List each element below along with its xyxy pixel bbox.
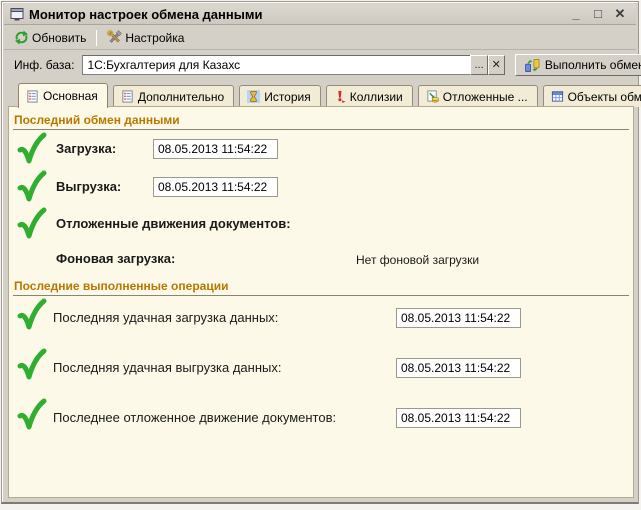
- tab-additional-label: Дополнительно: [138, 90, 224, 104]
- refresh-button[interactable]: Обновить: [8, 27, 92, 48]
- tab-exchange-objects[interactable]: Объекты обм...: [543, 85, 641, 107]
- window-controls: _ □ ✕: [570, 8, 630, 20]
- deferred-doc-icon: [426, 90, 439, 103]
- tab-strip: Основная Дополнительно: [4, 82, 636, 107]
- settings-label: Настройка: [125, 31, 184, 45]
- checkmark-icon: [17, 207, 47, 241]
- unload-label: Выгрузка:: [56, 179, 121, 194]
- exchange-icon: [524, 58, 541, 73]
- last-load-datetime-field[interactable]: [396, 308, 521, 328]
- toolbar-separator: [96, 30, 97, 46]
- refresh-icon: [14, 30, 29, 45]
- unload-datetime-field[interactable]: [153, 177, 278, 197]
- load-datetime-field[interactable]: [153, 139, 278, 159]
- maximize-button[interactable]: □: [592, 8, 604, 20]
- tab-main-label: Основная: [43, 89, 98, 103]
- form-icon: [26, 90, 39, 103]
- infobase-field-group: ... ✕: [82, 55, 504, 75]
- last-unload-label: Последняя удачная выгрузка данных:: [53, 360, 281, 375]
- exclamation-icon: [334, 90, 346, 103]
- main-panel: Последний обмен данными Загрузка: Выгруз…: [8, 106, 634, 498]
- load-label: Загрузка:: [56, 141, 116, 156]
- tab-exchange-objects-label: Объекты обм...: [568, 90, 641, 104]
- refresh-label: Обновить: [32, 31, 86, 45]
- form-icon: [121, 90, 134, 103]
- exchange-monitor-window: Монитор настроек обмена данными _ □ ✕ Об…: [1, 1, 639, 504]
- run-exchange-label: Выполнить обмен: [545, 58, 641, 72]
- tab-main[interactable]: Основная: [18, 83, 108, 108]
- last-unload-datetime-field[interactable]: [396, 358, 521, 378]
- browse-button[interactable]: ...: [470, 55, 487, 75]
- toolbar: Обновить Настройка: [4, 26, 636, 50]
- objects-table-icon: [551, 90, 564, 103]
- tab-collisions[interactable]: Коллизии: [326, 85, 413, 107]
- last-load-label: Последняя удачная загрузка данных:: [53, 310, 278, 325]
- close-button[interactable]: ✕: [614, 8, 626, 20]
- run-exchange-button[interactable]: Выполнить обмен: [515, 54, 641, 76]
- checkmark-icon: [17, 132, 47, 166]
- last-deferred-label: Последнее отложенное движение документов…: [53, 410, 336, 425]
- checkmark-icon: [17, 298, 47, 332]
- infobase-row: Инф. база: ... ✕ Выполнить обмен: [4, 51, 636, 79]
- settings-button[interactable]: Настройка: [101, 27, 190, 48]
- tab-collisions-label: Коллизии: [350, 90, 403, 104]
- tab-history-label: История: [264, 90, 311, 104]
- tab-deferred[interactable]: Отложенные ...: [418, 85, 538, 107]
- titlebar: Монитор настроек обмена данными _ □ ✕: [4, 4, 636, 25]
- hourglass-icon: [247, 90, 260, 103]
- checkmark-icon: [17, 170, 47, 204]
- infobase-input[interactable]: [82, 55, 470, 75]
- tab-history[interactable]: История: [239, 85, 321, 107]
- window-title: Монитор настроек обмена данными: [29, 7, 565, 22]
- tab-deferred-label: Отложенные ...: [443, 90, 528, 104]
- checkmark-icon: [17, 348, 47, 382]
- background-load-value: Нет фоновой загрузки: [356, 253, 479, 267]
- deferred-movements-label: Отложенные движения документов:: [56, 216, 291, 231]
- last-deferred-datetime-field[interactable]: [396, 408, 521, 428]
- group-header-last-operations: Последние выполненные операции: [13, 279, 629, 296]
- window-form-icon: [10, 7, 24, 21]
- checkmark-icon: [17, 398, 47, 432]
- group-header-last-exchange: Последний обмен данными: [13, 113, 629, 130]
- tools-icon: [107, 30, 122, 45]
- infobase-label: Инф. база:: [14, 58, 74, 72]
- tab-additional[interactable]: Дополнительно: [113, 85, 234, 107]
- minimize-button[interactable]: _: [570, 8, 582, 20]
- clear-icon[interactable]: ✕: [488, 55, 505, 75]
- background-load-label: Фоновая загрузка:: [56, 251, 175, 266]
